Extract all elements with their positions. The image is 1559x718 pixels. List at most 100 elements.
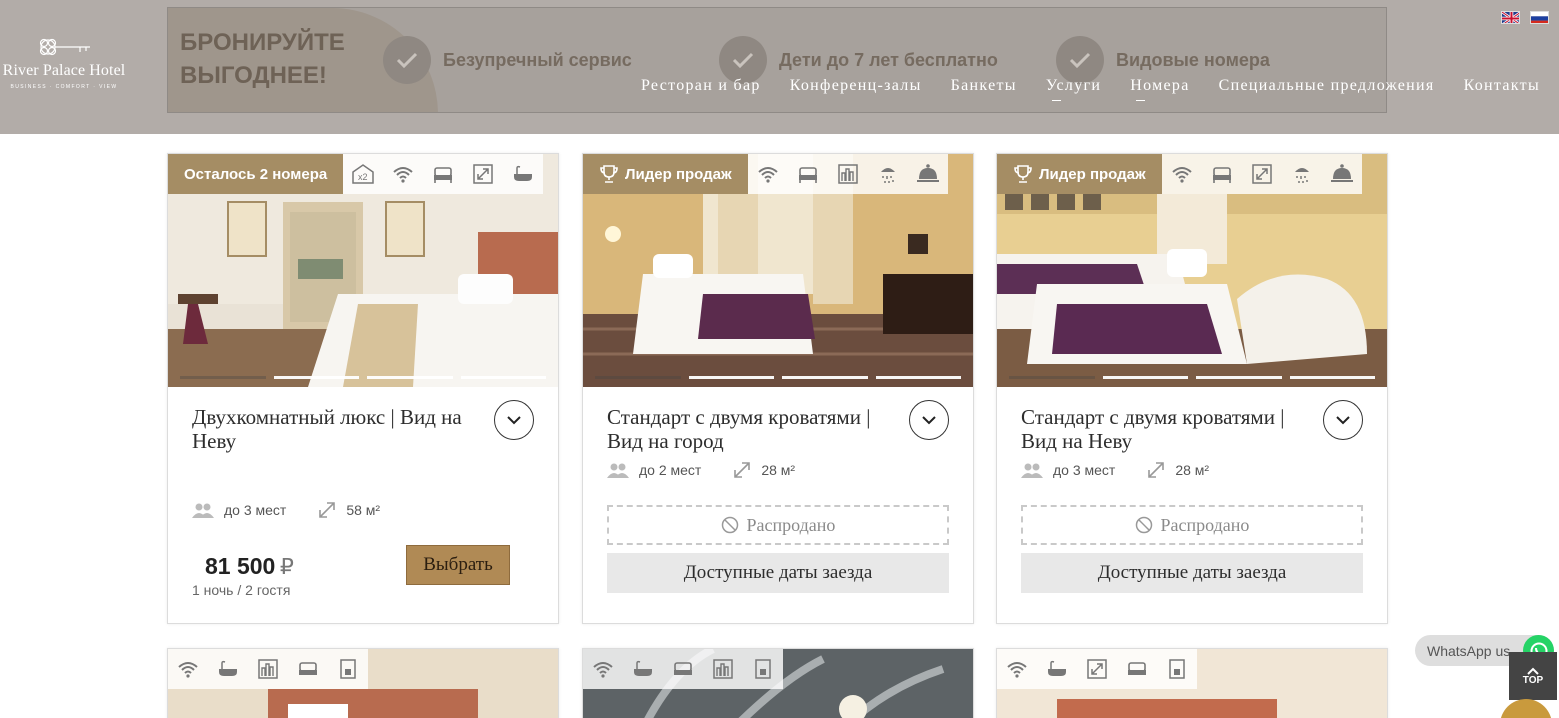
chevron-down-icon [922,415,936,424]
svg-text:x2: x2 [358,172,368,182]
room-feature-bar [997,649,1197,689]
bestseller-badge: Лидер продаж [997,154,1162,194]
soldout-label: Распродано [1160,514,1250,535]
room-meta: до 2 мест 28 м² [607,461,949,479]
banner-title-line2: ВЫГОДНЕЕ! [180,62,327,89]
room-title[interactable]: Двухкомнатный люкс | Вид на Неву [192,405,492,453]
card-body: Стандарт с двумя кроватями | Вид на горо… [583,387,973,593]
room-photo[interactable] [168,649,558,718]
pagination-dot[interactable] [782,376,868,379]
wifi-icon [168,649,208,689]
expand-button[interactable] [909,400,949,440]
prohibited-icon [1135,516,1152,534]
area-label: 58 м² [346,502,381,518]
nav-rooms[interactable]: Номера [1130,77,1189,101]
logo-name: River Palace Hotel [2,62,126,79]
size-icon [463,154,503,194]
logo-tagline: BUSINESS · COMFORT · VIEW [10,84,118,90]
area-icon [1148,462,1165,478]
price-row: 81 500 ₽ 1 ночь / 2 гостя Выбрать [192,545,534,598]
shower-icon [1282,154,1322,194]
pagination-dot[interactable] [595,376,681,379]
area-icon [319,502,336,518]
nav-contacts[interactable]: Контакты [1464,77,1540,95]
chevron-up-icon [1527,667,1539,675]
select-button[interactable]: Выбрать [406,545,510,585]
coffee-machine-icon [1157,649,1197,689]
available-dates-button[interactable]: Доступные даты заезда [607,553,949,593]
bath-icon [623,649,663,689]
room-photo[interactable]: Осталось 2 номера x2 [168,154,558,387]
pagination-dot[interactable] [688,376,774,379]
room-feature-bar [168,649,368,689]
room-service-icon [1322,154,1362,194]
city-view-icon [828,154,868,194]
availability-badge: Осталось 2 номера [168,154,344,194]
badge-label: Лидер продаж [1039,165,1146,183]
coffee-machine-icon [328,649,368,689]
bestseller-badge: Лидер продаж [583,154,748,194]
prohibited-icon [721,516,738,534]
card-body: Двухкомнатный люкс | Вид на Неву до 3 ме… [168,387,558,598]
nav-restaurant[interactable]: Ресторан и бар [641,77,761,95]
feature-service: Безупречный сервис [383,36,632,84]
wifi-icon [748,154,788,194]
nav-offers[interactable]: Специальные предложения [1219,77,1435,95]
nav-services[interactable]: Услуги [1046,77,1101,101]
soldout-box: Распродано [1021,505,1363,545]
pagination-dot[interactable] [1289,376,1375,379]
pagination-dot[interactable] [1009,376,1095,379]
pagination-dot[interactable] [875,376,961,379]
card-body: Стандарт с двумя кроватями | Вид на Неву… [997,387,1387,593]
banner-title: БРОНИРУЙТЕ ВЫГОДНЕЕ! [180,26,345,92]
room-photo[interactable]: Лидер продаж [583,154,973,387]
bed-icon [1202,154,1242,194]
pagination-dot[interactable] [1102,376,1188,379]
check-icon [383,36,431,84]
scroll-top-button[interactable]: TOP [1509,652,1557,700]
pagination-dot[interactable] [460,376,546,379]
room-photo[interactable] [997,649,1387,718]
chevron-down-icon [507,415,521,424]
room-service-icon [908,154,948,194]
photo-pagination [180,376,546,379]
room-card [167,648,559,718]
guests-icon [607,463,629,478]
promo-banner[interactable]: БРОНИРУЙТЕ ВЫГОДНЕЕ! Безупречный сервис … [167,7,1387,113]
room-card: Лидер продаж Стандарт с двумя кроватями … [582,153,974,624]
available-dates-button[interactable]: Доступные даты заезда [1021,553,1363,593]
guests-icon [1021,463,1043,478]
soldout-box: Распродано [607,505,949,545]
room-photo[interactable]: Лидер продаж [997,154,1387,387]
hotel-logo[interactable]: River Palace Hotel BUSINESS · COMFORT · … [0,34,128,90]
room-title[interactable]: Стандарт с двумя кроватями | Вид на горо… [607,405,907,453]
en-flag-icon[interactable] [1501,11,1520,24]
feature-label: Дети до 7 лет бесплатно [779,49,998,70]
whatsapp-label: WhatsApp us [1427,642,1511,659]
room-feature-bar [583,649,783,689]
pagination-dot[interactable] [180,376,266,379]
room-title[interactable]: Стандарт с двумя кроватями | Вид на Неву [1021,405,1321,453]
bath-icon [1037,649,1077,689]
expand-button[interactable] [494,400,534,440]
callback-widget[interactable] [1500,699,1552,718]
room-photo[interactable] [583,649,973,718]
wifi-icon [1162,154,1202,194]
ru-flag-icon[interactable] [1530,11,1549,24]
header-bar: River Palace Hotel BUSINESS · COMFORT · … [0,0,1559,134]
banner-title-line1: БРОНИРУЙТЕ [180,29,345,56]
expand-button[interactable] [1323,400,1363,440]
room-meta: до 3 мест 58 м² [192,501,534,519]
pagination-dot[interactable] [273,376,359,379]
city-view-icon [248,649,288,689]
main-nav: Ресторан и бар Конференц-залы Банкеты Ус… [641,77,1540,101]
nav-conference[interactable]: Конференц-залы [790,77,922,95]
pagination-dot[interactable] [1196,376,1282,379]
guests-label: до 2 мест [639,462,702,478]
pagination-dot[interactable] [367,376,453,379]
room-card [996,648,1388,718]
room-feature-bar: Осталось 2 номера x2 [168,154,544,194]
nav-banquets[interactable]: Банкеты [951,77,1017,95]
wifi-icon [583,649,623,689]
bath-icon [503,154,543,194]
